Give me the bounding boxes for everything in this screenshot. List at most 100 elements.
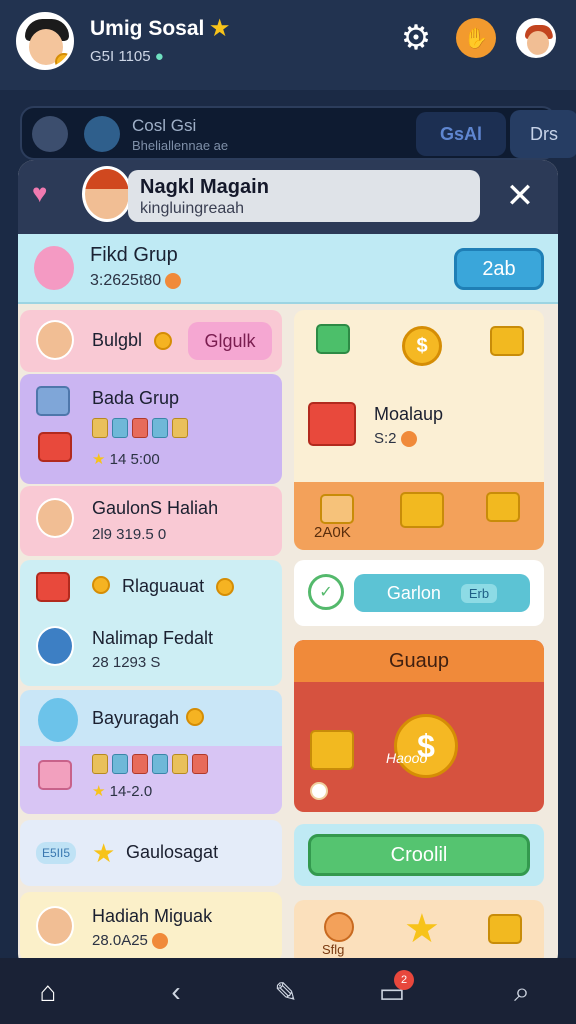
- user-status: G5I 1105 ●: [90, 48, 164, 65]
- bg-button-2[interactable]: Drs: [510, 110, 576, 158]
- reward-card[interactable]: $ Moalaup S:2 2A0K: [294, 310, 544, 550]
- item-title: Hadiah Miguak: [92, 906, 213, 926]
- star-icon: ★: [92, 783, 106, 800]
- coin-icon: [324, 912, 354, 942]
- action-card[interactable]: Croolil: [294, 824, 544, 886]
- gift-icon: [486, 492, 520, 522]
- coin-icon: [186, 708, 204, 726]
- check-icon: ✓: [308, 574, 344, 610]
- item-title: Nalimap Fedalt: [92, 628, 214, 648]
- gift-icon: [488, 914, 522, 944]
- reward-card[interactable]: Guaup $ Haooo: [294, 640, 544, 812]
- group-button[interactable]: Glgulk: [188, 322, 272, 360]
- gift-icon: [38, 432, 72, 462]
- item-sub: ★ 14-2.0: [92, 783, 153, 800]
- modal-title: Nagkl Magain: [140, 176, 269, 198]
- pig-icon: [34, 246, 74, 290]
- avatar: [32, 116, 68, 152]
- handshake-icon[interactable]: ✋: [456, 18, 496, 58]
- coin-icon: [154, 332, 172, 350]
- gear-icon[interactable]: ⚙: [396, 18, 436, 58]
- list-item[interactable]: Bayuragah ★ 14-2.0: [20, 690, 282, 814]
- item-title: Gaulosagat: [126, 842, 219, 862]
- tag-label: Erb: [460, 583, 498, 603]
- item-sub: 2l9 319.5 0: [92, 526, 167, 543]
- footer-label: 2A0K: [314, 524, 351, 541]
- fire-icon: [400, 431, 417, 448]
- fire-icon: [165, 272, 182, 289]
- bottom-nav: ⌂ ‹ ✎ ▭ 2 ⌕: [0, 958, 576, 1024]
- star-icon: ★: [404, 907, 440, 951]
- item-title: Bada Grup: [92, 388, 180, 408]
- gift-icon: [38, 760, 72, 790]
- avatar: [36, 906, 74, 946]
- inbox-icon[interactable]: ▭ 2: [370, 970, 414, 1014]
- footer-label: Sflg: [322, 942, 345, 957]
- bird-icon: [38, 698, 78, 742]
- avatar: [84, 116, 120, 152]
- card-sub: Haooo: [386, 750, 428, 766]
- bg-button-1[interactable]: GsAl: [416, 112, 506, 156]
- avatar: [82, 166, 132, 222]
- join-button[interactable]: 2ab: [454, 248, 544, 290]
- avatar: [36, 320, 74, 360]
- heart-icon: ♥: [32, 178, 48, 208]
- avatar: [36, 498, 74, 538]
- reward-chips: [92, 418, 188, 438]
- list-item[interactable]: Rlaguauat Nalimap Fedalt 28 1293 S: [20, 560, 282, 686]
- item-title: Rlaguauat: [122, 576, 205, 596]
- coin-icon: [92, 576, 110, 594]
- star-icon: ★: [92, 451, 106, 468]
- group-modal: ♥ Nagkl Magain kingluingreaah ✕ Fikd Gru…: [18, 160, 558, 970]
- box-icon: [320, 494, 354, 524]
- modal-header: ♥ Nagkl Magain kingluingreaah ✕: [18, 160, 558, 234]
- gift-icon: [308, 402, 356, 446]
- close-icon[interactable]: ✕: [498, 174, 542, 218]
- modal-subtitle: kingluingreaah: [140, 200, 245, 217]
- item-title: Bulgbl: [92, 330, 143, 350]
- gift-icon: [36, 572, 70, 602]
- online-icon: ●: [154, 48, 164, 65]
- friend-group-row[interactable]: Fikd Grup 3:2625t80 2ab: [18, 234, 558, 304]
- back-icon[interactable]: ‹: [154, 970, 198, 1014]
- list-item[interactable]: E5II5 ★ Gaulosagat: [20, 820, 282, 886]
- gift-icon: [310, 730, 354, 770]
- list-item[interactable]: GaulonS Haliah 2l9 319.5 0: [20, 486, 282, 556]
- list-item[interactable]: Bada Grup ★ 14 5:00: [20, 374, 282, 484]
- bg-subtitle: Bheliallennae ae: [132, 138, 229, 153]
- item-title: GaulonS Haliah: [92, 498, 219, 518]
- list-item[interactable]: Bulgbl Glgulk: [20, 310, 282, 372]
- item-sub: 28 1293 S: [92, 654, 161, 671]
- coin-icon: [55, 53, 71, 67]
- bg-title: Cosl Gsi: [132, 116, 197, 135]
- top-bar: Umig Sosal ★ G5I 1105 ● ⚙ ✋: [0, 0, 576, 90]
- robot-icon: [36, 626, 74, 666]
- plus-icon: [316, 324, 350, 354]
- friend-avatar[interactable]: [516, 18, 556, 58]
- reward-chips: [92, 754, 208, 774]
- fire-icon: [151, 933, 168, 950]
- compose-icon[interactable]: ✎: [264, 970, 308, 1014]
- card-title: Guaup: [294, 640, 544, 682]
- coin-icon: $: [402, 326, 442, 366]
- gift-icon: [490, 326, 524, 356]
- friend-group-title: Fikd Grup: [90, 244, 178, 266]
- user-name: Umig Sosal ★: [90, 17, 230, 40]
- profile-avatar[interactable]: [16, 12, 74, 70]
- card-sub: S:2: [374, 430, 417, 448]
- coin-icon: [216, 578, 234, 596]
- search-icon[interactable]: ⌕: [500, 970, 544, 1014]
- action-card[interactable]: ✓ Garlon Erb: [294, 560, 544, 626]
- friend-group-count: 3:2625t80: [90, 272, 182, 290]
- tag-label: E5II5: [36, 842, 76, 864]
- star-icon: ★: [92, 838, 116, 868]
- claim-button[interactable]: Croolil: [308, 834, 530, 876]
- list-item[interactable]: Hadiah Miguak 28.0A25: [20, 892, 282, 962]
- background-panel: Cosl Gsi Bheliallennae ae GsAl Drs: [20, 106, 576, 160]
- home-icon[interactable]: ⌂: [26, 970, 70, 1014]
- modal-title-pill: Nagkl Magain kingluingreaah: [128, 170, 480, 222]
- card-title: Moalaup: [374, 404, 444, 424]
- reward-card[interactable]: Sflg ★: [294, 900, 544, 966]
- action-button[interactable]: Garlon Erb: [354, 574, 530, 612]
- item-title: Bayuragah: [92, 708, 180, 728]
